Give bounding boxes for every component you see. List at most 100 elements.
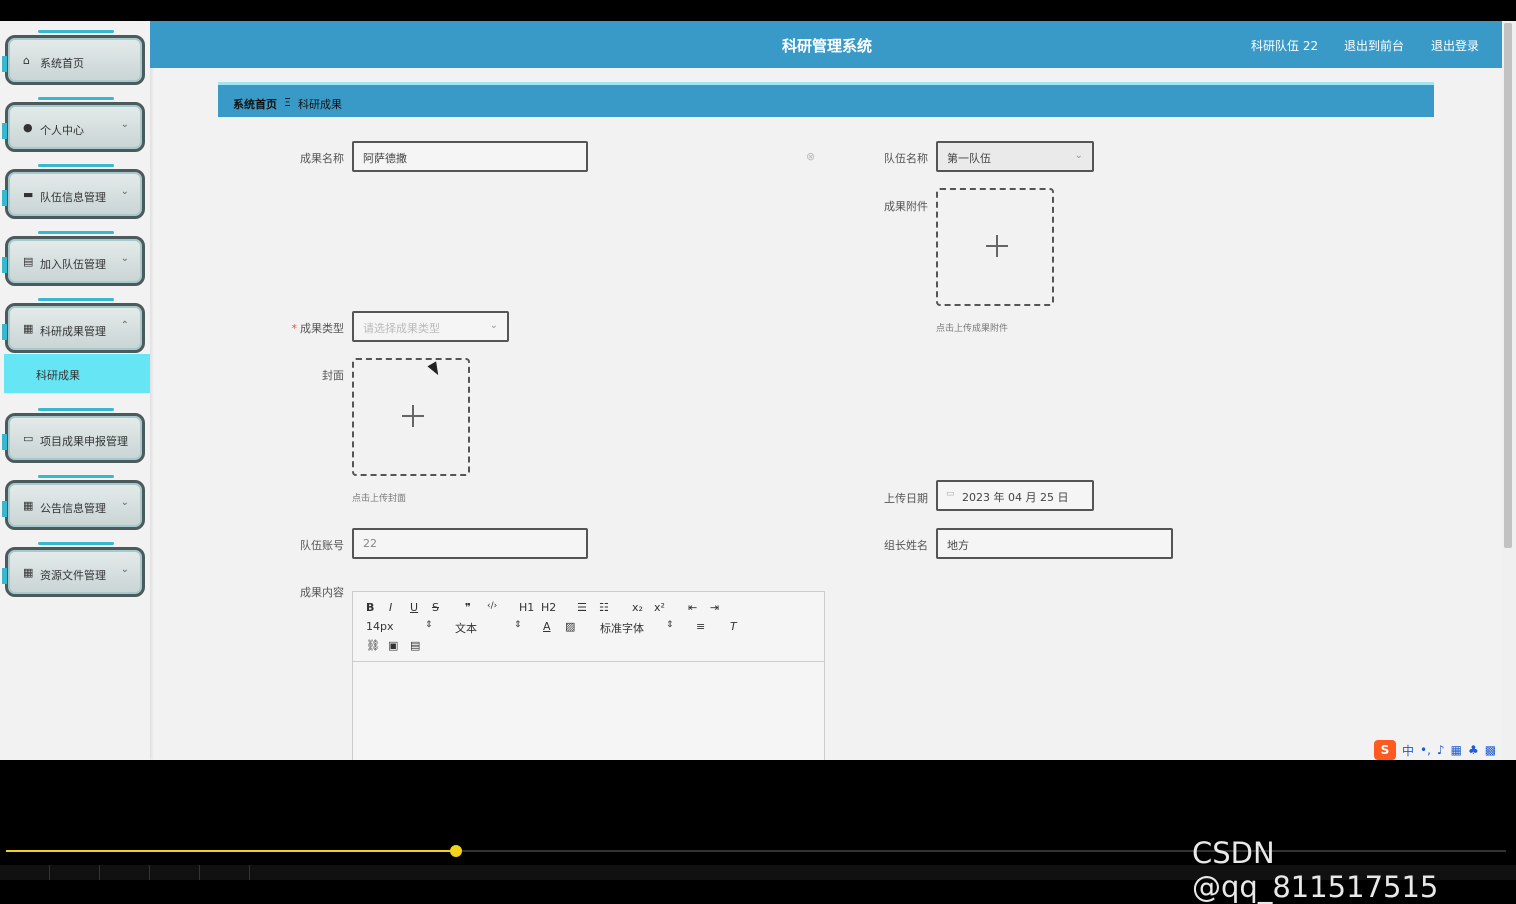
code-block-button[interactable]: ‹/› (487, 601, 497, 611)
strike-button[interactable]: S (432, 601, 439, 614)
sidebar-item-resource-files[interactable]: ▦ 资源文件管理 ⌄ (2, 542, 145, 597)
sidebar-item-label: 加入队伍管理 (40, 258, 106, 271)
cover-label: 封面 (322, 369, 344, 382)
link-icon[interactable]: ⛓ (366, 639, 380, 652)
submenu-item-research-results[interactable]: 科研成果 (4, 354, 150, 393)
scrollbar-thumb[interactable] (1504, 23, 1512, 548)
italic-button[interactable]: I (389, 601, 392, 614)
sogou-logo-icon[interactable]: S (1374, 740, 1396, 760)
font-size-select[interactable]: 14px (366, 620, 394, 633)
home-icon: ⌂ (23, 54, 30, 67)
sidebar-item-join-team[interactable]: ▤ 加入队伍管理 ⌄ (2, 231, 145, 286)
font-family-select[interactable]: 标准字体 (600, 620, 644, 636)
sidebar-item-personal-center[interactable]: ● 个人中心 ⌄ (2, 97, 145, 152)
control-slot[interactable] (200, 865, 250, 880)
control-slot[interactable] (50, 865, 100, 880)
grid-icon: ▦ (23, 566, 34, 579)
blockquote-button[interactable]: ❞ (465, 601, 471, 614)
leader-label: 组长姓名 (884, 539, 928, 552)
sidebar-item-label: 资源文件管理 (40, 569, 106, 582)
bullet-list-button[interactable]: ☷ (599, 601, 609, 614)
outdent-button[interactable]: ⇤ (688, 601, 697, 614)
sidebar-item-project-declaration[interactable]: ▭ 项目成果申报管理 (2, 408, 145, 463)
submenu-item-label: 科研成果 (36, 369, 80, 382)
background-color-button[interactable]: ▨ (565, 620, 575, 633)
punctuation-icon[interactable]: •, (1420, 743, 1431, 757)
sidebar-item-announcements[interactable]: ▦ 公告信息管理 ⌄ (2, 475, 145, 530)
team-select[interactable]: 第一队伍 ⌄ (936, 141, 1094, 172)
subscript-button[interactable]: x₂ (632, 601, 643, 614)
image-icon[interactable]: ▣ (388, 639, 398, 652)
name-field[interactable]: 阿萨德撒 (352, 141, 588, 172)
account-field[interactable]: 22 (352, 528, 588, 559)
content-label: 成果内容 (300, 586, 344, 599)
back-to-front-link[interactable]: 退出到前台 (1344, 37, 1404, 54)
keyboard-icon[interactable]: ▦ (1451, 743, 1462, 757)
align-button[interactable]: ≡ (696, 620, 705, 633)
sidebar-item-label: 公告信息管理 (40, 502, 106, 515)
user-icon: ● (23, 121, 33, 134)
sidebar-item-label: 项目成果申报管理 (40, 435, 128, 448)
sidebar-item-research-results[interactable]: ▦ 科研成果管理 ⌃ (2, 298, 145, 353)
video-player-bar: CSDN @qq_811517515 (0, 760, 1516, 904)
cover-upload[interactable] (352, 358, 470, 476)
type-select-placeholder: 请选择成果类型 (363, 322, 440, 335)
attachment-upload[interactable] (936, 188, 1054, 306)
text-color-button[interactable]: A (543, 620, 551, 633)
progress-fill (6, 850, 456, 852)
sidebar-item-team-info[interactable]: ▬ 队伍信息管理 ⌄ (2, 164, 145, 219)
clear-format-button[interactable]: T (730, 620, 737, 633)
breadcrumb-separator-icon: Ξ (284, 96, 291, 109)
breadcrumb: 系统首页 Ξ 科研成果 (218, 82, 1434, 117)
attachment-hint: 点击上传成果附件 (936, 324, 1009, 334)
watermark: CSDN @qq_811517515 (1192, 836, 1439, 904)
date-field[interactable]: ▭ 2023 年 04 月 25 日 (936, 480, 1094, 511)
chevron-down-icon: ⌄ (120, 497, 129, 508)
page-scrollbar[interactable] (1502, 21, 1516, 760)
app-window: ⌂ 系统首页 ● 个人中心 ⌄ ▬ 队伍信息管理 ⌄ ▤ 加入队伍管理 ⌄ ▦ … (0, 21, 1502, 760)
plus-icon (402, 405, 424, 427)
account-label: 队伍账号 (300, 539, 344, 552)
toolbox-icon[interactable]: ▩ (1485, 743, 1496, 757)
logout-link[interactable]: 退出登录 (1431, 37, 1479, 54)
chevron-down-icon: ⌄ (1074, 150, 1083, 161)
control-slot[interactable] (150, 865, 200, 880)
header1-button[interactable]: H1 (519, 601, 534, 614)
control-slot[interactable] (100, 865, 150, 880)
team-select-value: 第一队伍 (947, 152, 991, 165)
skin-icon[interactable]: ♣ (1468, 743, 1479, 757)
sort-icon: ⇕ (514, 620, 522, 630)
control-slot[interactable] (0, 865, 50, 880)
underline-button[interactable]: U (410, 601, 418, 614)
type-label: * 成果类型 (291, 322, 345, 335)
ordered-list-button[interactable]: ☰ (577, 601, 587, 614)
microphone-icon[interactable]: ♪ (1437, 743, 1445, 757)
sidebar-item-label: 科研成果管理 (40, 325, 106, 338)
progress-knob[interactable] (450, 845, 462, 857)
name-label: 成果名称 (300, 152, 344, 165)
team-account-link[interactable]: 科研队伍 22 (1251, 37, 1318, 54)
video-icon[interactable]: ▤ (410, 639, 420, 652)
text-style-select[interactable]: 文本 (455, 620, 477, 636)
type-select[interactable]: 请选择成果类型 ⌄ (352, 311, 509, 342)
sidebar-item-home[interactable]: ⌂ 系统首页 (2, 30, 145, 85)
leader-field[interactable]: 地方 (936, 528, 1173, 559)
ime-mode[interactable]: 中 (1402, 742, 1414, 759)
plus-icon (986, 235, 1008, 257)
monitor-icon: ▬ (23, 188, 34, 201)
team-label: 队伍名称 (884, 152, 928, 165)
attachment-label: 成果附件 (884, 200, 928, 213)
breadcrumb-home[interactable]: 系统首页 (233, 96, 277, 112)
ime-toolbar: S 中 •, ♪ ▦ ♣ ▩ (1374, 739, 1496, 761)
date-label: 上传日期 (884, 492, 928, 505)
indent-button[interactable]: ⇥ (710, 601, 719, 614)
chevron-down-icon: ⌄ (120, 186, 129, 197)
header2-button[interactable]: H2 (541, 601, 556, 614)
clear-icon[interactable]: ⊗ (806, 150, 815, 163)
bold-button[interactable]: B (366, 601, 374, 614)
breadcrumb-current: 科研成果 (298, 98, 342, 111)
chevron-up-icon: ⌃ (120, 320, 129, 331)
superscript-button[interactable]: x² (654, 601, 665, 614)
chevron-down-icon: ⌄ (489, 320, 498, 331)
chevron-down-icon: ⌄ (120, 564, 129, 575)
